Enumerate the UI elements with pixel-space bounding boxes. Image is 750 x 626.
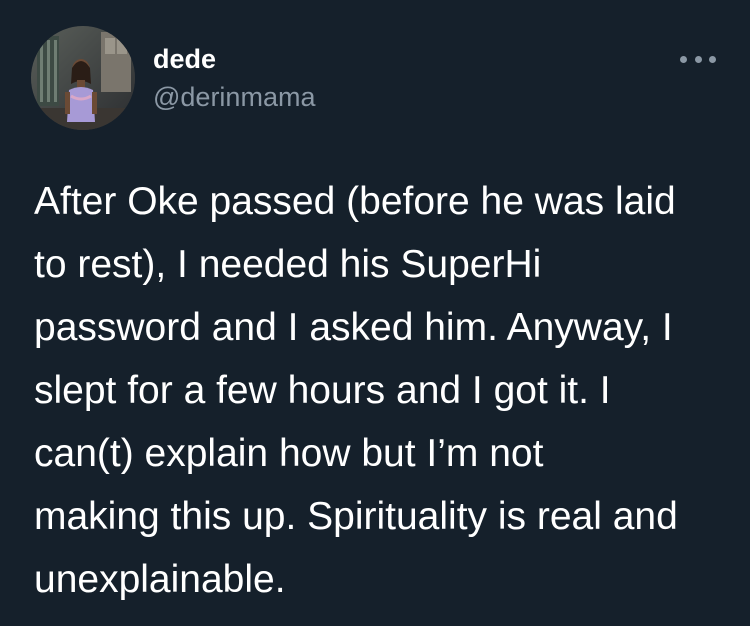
more-horizontal-icon (694, 55, 702, 63)
tweet-text: After Oke passed (before he was laid to … (34, 170, 734, 611)
tweet-text-line: slept for a few hours and I got it. I (34, 369, 611, 412)
tweet-text-line: making this up. Spirituality is real and (34, 495, 678, 538)
tweet-text-line: After Oke passed (before he was laid (34, 180, 676, 223)
user-handle[interactable]: @derinmama (153, 80, 315, 114)
tweet-card: dede @derinmama After Oke passed (before… (0, 0, 750, 626)
tweet-text-line: can(t) explain how but I’m not (34, 432, 544, 475)
tweet-text-line: password and I asked him. Anyway, I (34, 306, 673, 349)
profile-photo-icon (31, 26, 135, 130)
more-horizontal-icon (709, 55, 716, 63)
more-horizontal-icon (680, 55, 687, 63)
tweet-text-line: to rest), I needed his SuperHi (34, 243, 542, 286)
tweet-text-line: unexplainable. (34, 558, 286, 601)
more-options-button[interactable] (680, 44, 716, 74)
display-name[interactable]: dede (153, 42, 216, 76)
avatar[interactable] (31, 26, 135, 130)
